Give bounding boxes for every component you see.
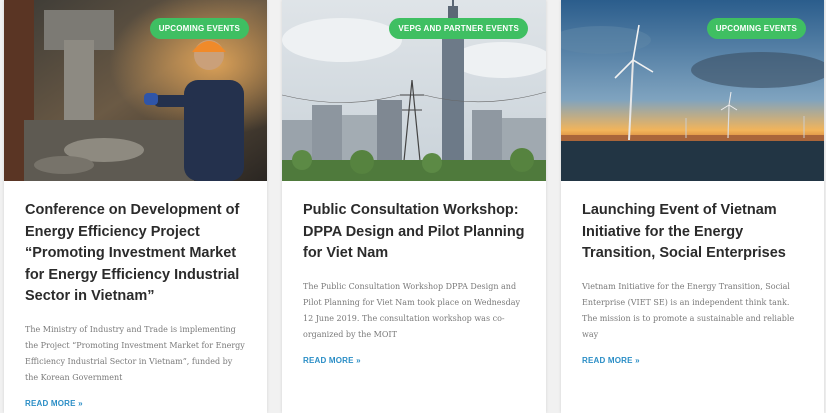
event-title[interactable]: Public Consultation Workshop: DPPA Desig… <box>303 200 525 265</box>
event-excerpt: The Public Consultation Workshop DPPA De… <box>303 281 520 339</box>
event-card: UPCOMING EVENTS Conference on Developmen… <box>4 0 267 413</box>
card-image-industrial-worker[interactable]: UPCOMING EVENTS <box>4 0 267 181</box>
category-badge[interactable]: UPCOMING EVENTS <box>149 18 249 39</box>
read-more-link[interactable]: READ MORE » <box>303 356 361 365</box>
read-more-link[interactable]: READ MORE » <box>25 399 83 408</box>
card-image-city-skyline[interactable]: VEPG AND PARTNER EVENTS <box>282 0 546 181</box>
event-title[interactable]: Conference on Development of Energy Effi… <box>25 200 246 308</box>
event-excerpt: The Ministry of Industry and Trade is im… <box>25 324 245 382</box>
card-image-wind-turbines[interactable]: UPCOMING EVENTS <box>561 0 824 181</box>
event-card: UPCOMING EVENTS Launching Event of Vietn… <box>561 0 824 413</box>
read-more-link[interactable]: READ MORE » <box>582 356 640 365</box>
event-excerpt: Vietnam Initiative for the Energy Transi… <box>582 281 795 339</box>
event-title[interactable]: Launching Event of Vietnam Initiative fo… <box>582 200 803 265</box>
category-badge[interactable]: VEPG AND PARTNER EVENTS <box>389 18 528 39</box>
event-card: VEPG AND PARTNER EVENTS Public Consultat… <box>282 0 546 413</box>
event-card-grid: UPCOMING EVENTS Conference on Developmen… <box>0 0 826 413</box>
category-badge[interactable]: UPCOMING EVENTS <box>706 18 806 39</box>
